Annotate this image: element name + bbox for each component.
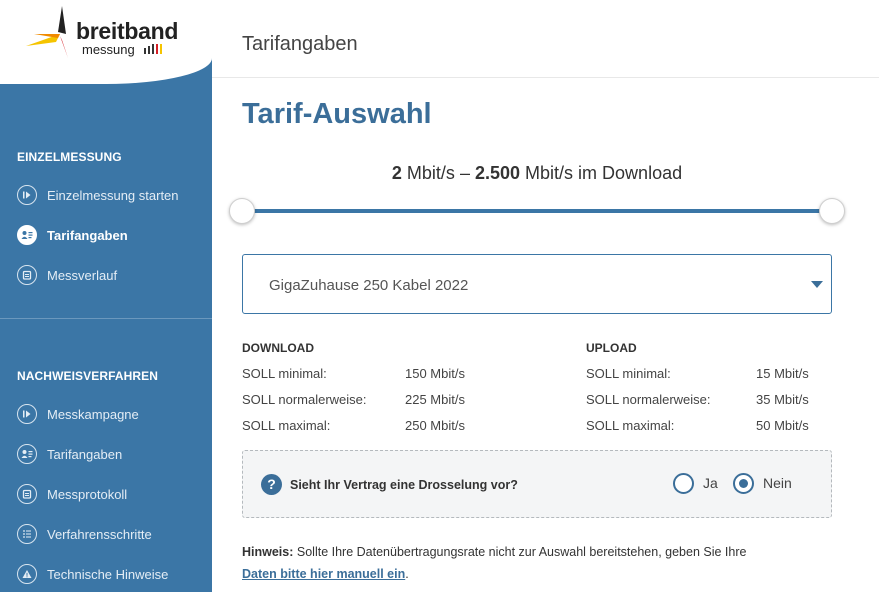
page-title: Tarif-Auswahl [242, 98, 432, 130]
range-max-unit: Mbit/s im Download [525, 163, 683, 183]
hint-text: Hinweis: Sollte Ihre Datenübertragungsra… [242, 541, 842, 585]
sidebar-item-label: Tarifangaben [47, 227, 128, 243]
radio-nein[interactable] [733, 473, 754, 494]
section-title-nachweisverfahren: NACHWEISVERFAHREN [17, 369, 159, 383]
range-min-value: 2 [391, 163, 402, 183]
sidebar-item-messverlauf[interactable]: Messverlauf [17, 264, 117, 286]
download-soll-normal-label: SOLL normalerweise: [242, 392, 367, 407]
hint-suffix: . [405, 567, 409, 581]
upload-soll-min-label: SOLL minimal: [586, 366, 671, 381]
upload-soll-min-value: 15 Mbit/s [756, 366, 809, 381]
play-icon [17, 404, 37, 424]
download-title: DOWNLOAD [242, 341, 314, 355]
range-separator: – [459, 163, 470, 183]
range-min-unit: Mbit/s [406, 163, 455, 183]
sidebar-item-tarifangaben-active[interactable]: Tarifangaben [17, 224, 128, 246]
sidebar-item-verfahrensschritte[interactable]: Verfahrensschritte [17, 523, 152, 545]
download-soll-normal-value: 225 Mbit/s [405, 392, 465, 407]
upload-title: UPLOAD [586, 341, 637, 355]
upload-soll-max-value: 50 Mbit/s [756, 418, 809, 433]
sidebar-divider [0, 318, 212, 319]
logo-area[interactable]: breitband messung [0, 0, 212, 84]
tariff-select[interactable]: GigaZuhause 250 Kabel 2022 [242, 254, 832, 314]
slider-handle-min[interactable] [229, 198, 255, 224]
breitband-logo-icon [26, 6, 68, 58]
download-soll-max-value: 250 Mbit/s [405, 418, 465, 433]
calendar-icon [17, 484, 37, 504]
throttle-question-text: Sieht Ihr Vertrag eine Drosselung vor? [290, 478, 518, 492]
radio-ja-label[interactable]: Ja [703, 475, 718, 491]
radio-ja[interactable] [673, 473, 694, 494]
logo-bars-icon [144, 44, 162, 54]
speed-range-slider-track[interactable] [242, 209, 832, 213]
hint-body: Sollte Ihre Datenübertragungsrate nicht … [293, 545, 747, 559]
manual-entry-link[interactable]: Daten bitte hier manuell ein [242, 567, 405, 581]
hint-label: Hinweis: [242, 545, 294, 559]
top-header: Tarifangaben [212, 0, 879, 78]
sidebar-item-label: Messverlauf [47, 267, 118, 283]
question-icon: ? [261, 474, 282, 495]
header-title: Tarifangaben [242, 33, 358, 55]
logo-text-messung: messung [82, 42, 135, 57]
calendar-icon [17, 265, 37, 285]
tariff-select-value: GigaZuhause 250 Kabel 2022 [269, 277, 469, 294]
upload-soll-normal-label: SOLL normalerweise: [586, 392, 711, 407]
radio-nein-label[interactable]: Nein [763, 475, 792, 491]
logo-text-breitband: breitband [76, 18, 179, 44]
sidebar-item-tarifangaben[interactable]: Tarifangaben [17, 443, 122, 465]
caret-down-icon [811, 281, 823, 288]
user-card-icon [17, 444, 37, 464]
download-soll-min-label: SOLL minimal: [242, 366, 327, 381]
sidebar-item-technische-hinweise[interactable]: Technische Hinweise [17, 563, 168, 585]
speed-range-text: 2 Mbit/s – 2.500 Mbit/s im Download [242, 163, 832, 184]
sidebar-item-messprotokoll[interactable]: Messprotokoll [17, 483, 127, 505]
list-icon [17, 524, 37, 544]
download-soll-min-value: 150 Mbit/s [405, 366, 465, 381]
upload-soll-normal-value: 35 Mbit/s [756, 392, 809, 407]
sidebar-item-einzelmessung-starten[interactable]: Einzelmessung starten [17, 184, 179, 206]
range-max-value: 2.500 [474, 163, 521, 183]
sidebar-item-messkampagne[interactable]: Messkampagne [17, 403, 139, 425]
throttle-question-box: ? Sieht Ihr Vertrag eine Drosselung vor?… [242, 450, 832, 518]
slider-handle-max[interactable] [819, 198, 845, 224]
user-card-icon [17, 225, 37, 245]
sidebar-item-label: Einzelmessung starten [47, 187, 179, 203]
sidebar: breitband messung EINZELMESSUNG Einzelme… [0, 0, 212, 592]
download-soll-max-label: SOLL maximal: [242, 418, 331, 433]
warning-icon [17, 564, 37, 584]
play-icon [17, 185, 37, 205]
sidebar-item-label: Messprotokoll [47, 486, 128, 502]
section-title-einzelmessung: EINZELMESSUNG [17, 150, 122, 164]
sidebar-item-label: Tarifangaben [47, 446, 123, 462]
sidebar-item-label: Messkampagne [47, 406, 139, 422]
sidebar-item-label: Technische Hinweise [47, 566, 169, 582]
sidebar-item-label: Verfahrensschritte [47, 526, 152, 542]
upload-soll-max-label: SOLL maximal: [586, 418, 675, 433]
